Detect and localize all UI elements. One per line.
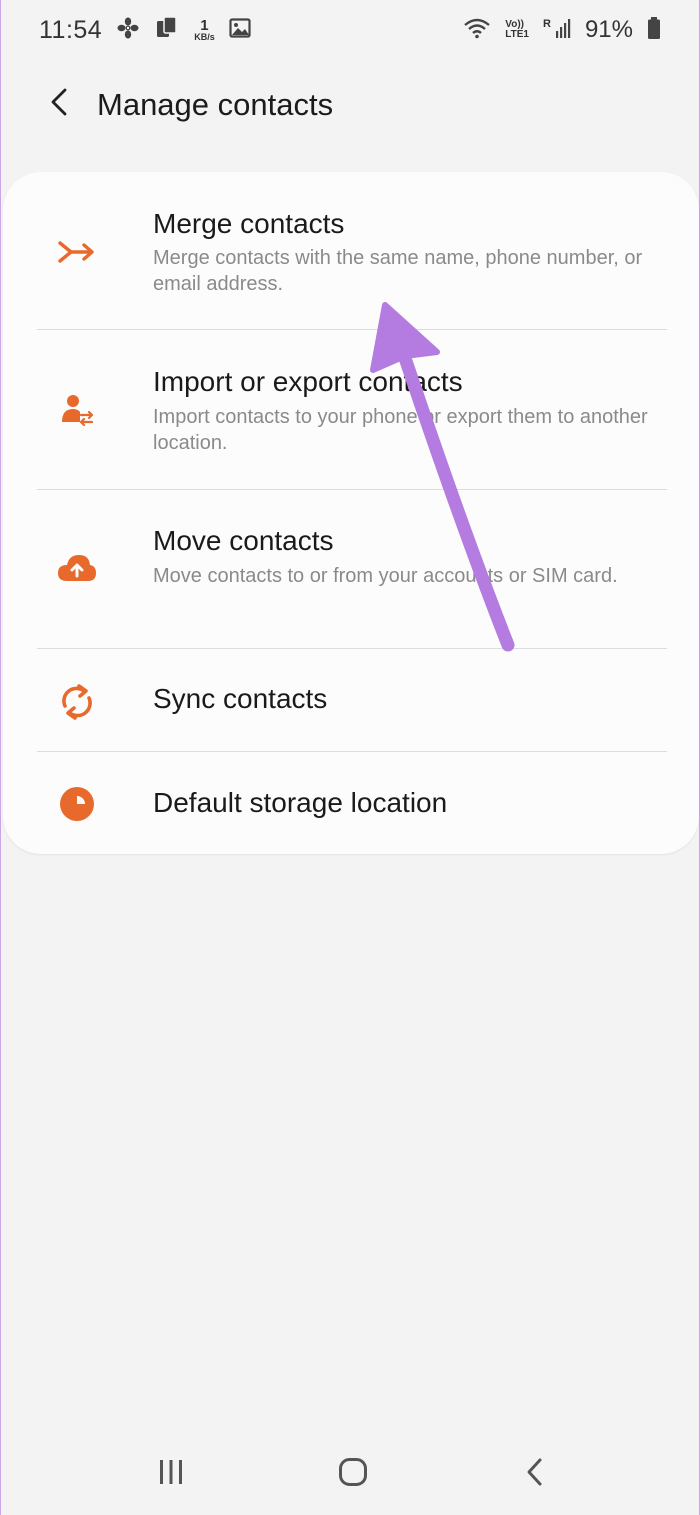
- menu-item-title: Move contacts: [153, 525, 334, 556]
- wifi-icon: [463, 17, 491, 44]
- merge-icon: [55, 230, 99, 274]
- menu-item-description: Merge contacts with the same name, phone…: [153, 247, 643, 295]
- menu-item-sync-contacts[interactable]: Sync contacts: [3, 649, 699, 751]
- image-icon: [229, 17, 251, 44]
- menu-item-title: Import or export contacts: [153, 366, 463, 397]
- battery-percent: 91%: [584, 16, 633, 43]
- signal-icon: [555, 17, 571, 44]
- storage-icon: [55, 782, 99, 826]
- menu-card: Merge contacts Merge contacts with the s…: [3, 172, 699, 854]
- recents-button[interactable]: [146, 1452, 196, 1496]
- back-button[interactable]: [37, 82, 81, 126]
- menu-item-title: Default storage location: [153, 787, 448, 818]
- speed-unit: KB/s: [194, 32, 215, 42]
- recents-icon: [157, 1459, 185, 1490]
- menu-item-title: Sync contacts: [153, 683, 328, 714]
- fan-icon: [116, 16, 140, 45]
- status-left: 11:54 1 KB/s: [39, 15, 251, 46]
- chevron-left-icon: [48, 87, 70, 122]
- home-icon: [338, 1457, 368, 1492]
- roaming-label: R: [543, 18, 551, 30]
- sync-icon: [55, 680, 99, 724]
- data-speed: 1 KB/s: [194, 18, 215, 42]
- import-export-icon: [55, 388, 99, 432]
- menu-item-import-export-contacts[interactable]: Import or export contacts Import contact…: [3, 330, 699, 489]
- back-nav-icon: [525, 1457, 545, 1492]
- page-title: Manage contacts: [97, 87, 334, 122]
- status-bar: 11:54 1 KB/s Vo)) LTE1 R 91%: [1, 0, 700, 60]
- menu-item-description: Move contacts to or from your accounts o…: [153, 565, 618, 587]
- menu-item-title: Merge contacts: [153, 208, 345, 239]
- battery-icon: [647, 16, 661, 45]
- lte-label: LTE1: [505, 29, 529, 40]
- speed-value: 1: [200, 17, 209, 34]
- back-nav-button[interactable]: [510, 1452, 560, 1496]
- status-right: Vo)) LTE1 R 91%: [463, 16, 661, 45]
- menu-item-description: Import contacts to your phone or export …: [153, 406, 648, 454]
- status-time: 11:54: [39, 15, 103, 44]
- device-transfer-icon: [154, 15, 180, 46]
- navigation-bar: [1, 1440, 700, 1510]
- menu-item-default-storage-location[interactable]: Default storage location: [3, 752, 699, 854]
- menu-item-move-contacts[interactable]: Move contacts Move contacts to or from y…: [3, 490, 699, 648]
- network-type: Vo)) LTE1: [505, 19, 529, 41]
- home-button[interactable]: [328, 1452, 378, 1496]
- app-bar: Manage contacts: [1, 70, 700, 140]
- menu-item-merge-contacts[interactable]: Merge contacts Merge contacts with the s…: [3, 172, 699, 329]
- cloud-upload-icon: [55, 546, 99, 590]
